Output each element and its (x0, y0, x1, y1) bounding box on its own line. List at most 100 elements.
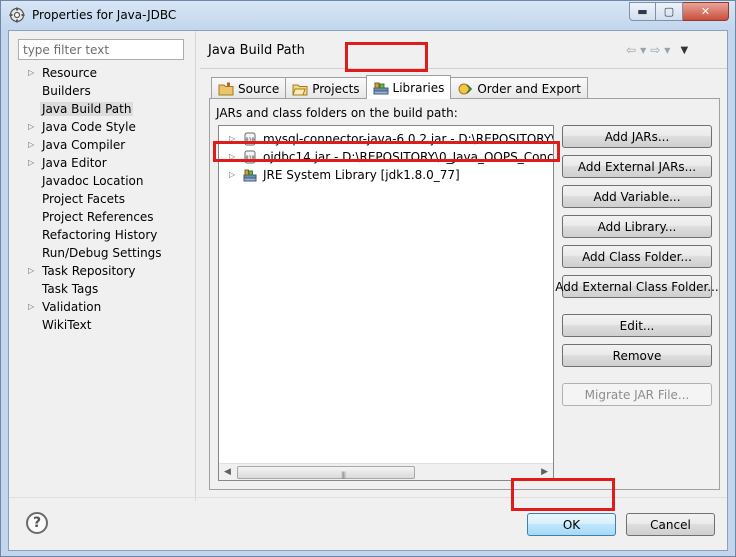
properties-window: Properties for Java-JDBC ▬ ▢ ✕ ▷ Resource… (0, 0, 736, 557)
tree-item[interactable]: WikiText (18, 316, 188, 334)
expand-arrow-icon[interactable]: ▷ (28, 64, 34, 82)
back-dropdown-icon[interactable]: ▼ (640, 46, 646, 55)
filter-input[interactable] (18, 39, 184, 60)
footer-separator (9, 497, 727, 498)
migrate-jar-button[interactable]: Migrate JAR File... (562, 383, 712, 406)
tree-item[interactable]: Project Facets (18, 190, 188, 208)
jar-icon: 010 (243, 132, 257, 146)
library-entry[interactable]: ▷ 010 ojdbc14.jar - D:\REPOSITORY\0_Java_O… (219, 148, 553, 166)
source-folder-icon (218, 82, 234, 96)
tree-item[interactable]: ▷ Java Compiler (18, 136, 188, 154)
svg-text:010: 010 (245, 138, 254, 144)
forward-dropdown-icon[interactable]: ▼ (664, 46, 670, 55)
tree-item-label: Java Compiler (42, 138, 126, 152)
tree-item[interactable]: Builders (18, 82, 188, 100)
tree-item[interactable]: ▷ Java Code Style (18, 118, 188, 136)
libraries-label: JARs and class folders on the build path… (216, 106, 458, 120)
add-external-jars-button[interactable]: Add External JARs... (562, 155, 712, 178)
tree-item-label: Task Repository (42, 264, 136, 278)
tree-item[interactable]: ▷ Validation (18, 298, 188, 316)
scroll-thumb[interactable]: ||| (237, 466, 415, 479)
library-entry[interactable]: ▷ 010 mysql-connector-java-6.0.2.jar - D:\… (219, 130, 553, 148)
help-icon[interactable]: ? (26, 512, 48, 534)
minimize-button[interactable]: ▬ (629, 2, 656, 21)
cancel-button[interactable]: Cancel (626, 513, 715, 536)
tree-item[interactable]: Refactoring History (18, 226, 188, 244)
projects-folder-icon (292, 82, 308, 96)
scroll-right-icon[interactable]: ▶ (541, 467, 548, 477)
expand-arrow-icon[interactable]: ▷ (28, 262, 34, 280)
library-entry-label: JRE System Library [jdk1.8.0_77] (263, 168, 460, 182)
close-button[interactable]: ✕ (683, 2, 729, 21)
page-navigation: ⇦ ▼ ⇨ ▼ ▼ (626, 43, 688, 57)
tab-libraries[interactable]: Libraries (365, 75, 452, 99)
library-icon (243, 168, 257, 182)
maximize-button[interactable]: ▢ (656, 2, 683, 21)
add-external-class-folder-button[interactable]: Add External Class Folder... (555, 275, 719, 298)
tree-item-label: Refactoring History (42, 228, 158, 242)
tab-order-and-export[interactable]: Order and Export (450, 77, 588, 99)
tab-source[interactable]: Source (211, 77, 287, 99)
tab-projects[interactable]: Projects (285, 77, 367, 99)
build-path-tabs: Source Projects Libraries Order and Export (211, 75, 588, 99)
tab-label: Projects (312, 81, 360, 96)
tab-label: Order and Export (477, 81, 581, 96)
scroll-left-icon[interactable]: ◀ (224, 467, 231, 477)
tree-item[interactable]: Project References (18, 208, 188, 226)
tree-item[interactable]: ▷ Resource (18, 64, 188, 82)
tree-item[interactable]: Task Tags (18, 280, 188, 298)
dialog-client-area: ▷ Resource Builders Java Build Path ▷ Java Co… (8, 30, 728, 551)
eclipse-gear-icon (9, 7, 25, 23)
ok-button[interactable]: OK (527, 513, 616, 536)
forward-arrow-icon[interactable]: ⇨ (650, 43, 660, 57)
close-icon: ✕ (700, 5, 711, 18)
minimize-icon: ▬ (637, 5, 648, 18)
page-title: Java Build Path (208, 43, 305, 58)
tree-item-label: Validation (42, 300, 102, 314)
library-entry-label: mysql-connector-java-6.0.2.jar - D:\REPO… (263, 132, 553, 146)
tree-item[interactable]: ▷ Task Repository (18, 262, 188, 280)
expand-arrow-icon[interactable]: ▷ (229, 166, 235, 184)
tab-label: Source (238, 81, 280, 96)
expand-arrow-icon[interactable]: ▷ (229, 130, 235, 148)
tree-item[interactable]: Javadoc Location (18, 172, 188, 190)
tree-item-label: WikiText (42, 318, 92, 332)
add-variable-button[interactable]: Add Variable... (562, 185, 712, 208)
expand-arrow-icon[interactable]: ▷ (28, 136, 34, 154)
tree-item-label: Java Code Style (42, 120, 136, 134)
tree-item[interactable]: ▷ Java Editor (18, 154, 188, 172)
property-page-tree: ▷ Resource Builders Java Build Path ▷ Java Co… (18, 64, 188, 334)
tree-item-label: Run/Debug Settings (42, 246, 162, 260)
horizontal-scrollbar[interactable]: ◀ ||| ▶ (219, 463, 553, 480)
pane-sash[interactable] (195, 31, 196, 501)
expand-arrow-icon[interactable]: ▷ (28, 298, 34, 316)
tree-item[interactable]: Java Build Path (18, 100, 188, 118)
title-separator (200, 68, 727, 69)
remove-button[interactable]: Remove (562, 344, 712, 367)
add-jars-button[interactable]: Add JARs... (562, 125, 712, 148)
tree-item-label: Java Build Path (40, 102, 134, 116)
expand-arrow-icon[interactable]: ▷ (229, 148, 235, 166)
expand-arrow-icon[interactable]: ▷ (28, 154, 34, 172)
tree-item-label: Project References (42, 210, 154, 224)
library-entry[interactable]: ▷ JRE System Library [jdk1.8.0_77] (219, 166, 553, 184)
tree-item-label: Resource (42, 66, 98, 80)
tree-item-label: Task Tags (42, 282, 99, 296)
tree-item-label: Java Editor (42, 156, 107, 170)
tree-item[interactable]: Run/Debug Settings (18, 244, 188, 262)
view-menu-icon[interactable]: ▼ (680, 45, 688, 56)
add-library-button[interactable]: Add Library... (562, 215, 712, 238)
svg-text:010: 010 (245, 156, 254, 162)
title-bar[interactable]: Properties for Java-JDBC ▬ ▢ ✕ (1, 1, 735, 29)
maximize-icon: ▢ (663, 5, 675, 18)
add-class-folder-button[interactable]: Add Class Folder... (562, 245, 712, 268)
back-arrow-icon[interactable]: ⇦ (626, 43, 636, 57)
edit-button[interactable]: Edit... (562, 314, 712, 337)
libraries-icon (373, 81, 389, 95)
tab-label: Libraries (392, 80, 445, 95)
tree-item-label: Builders (42, 84, 91, 98)
expand-arrow-icon[interactable]: ▷ (28, 118, 34, 136)
libraries-list[interactable]: ▷ 010 mysql-connector-java-6.0.2.jar - D:\… (218, 125, 554, 481)
window-controls: ▬ ▢ ✕ (629, 2, 729, 22)
jar-icon: 010 (243, 150, 257, 164)
